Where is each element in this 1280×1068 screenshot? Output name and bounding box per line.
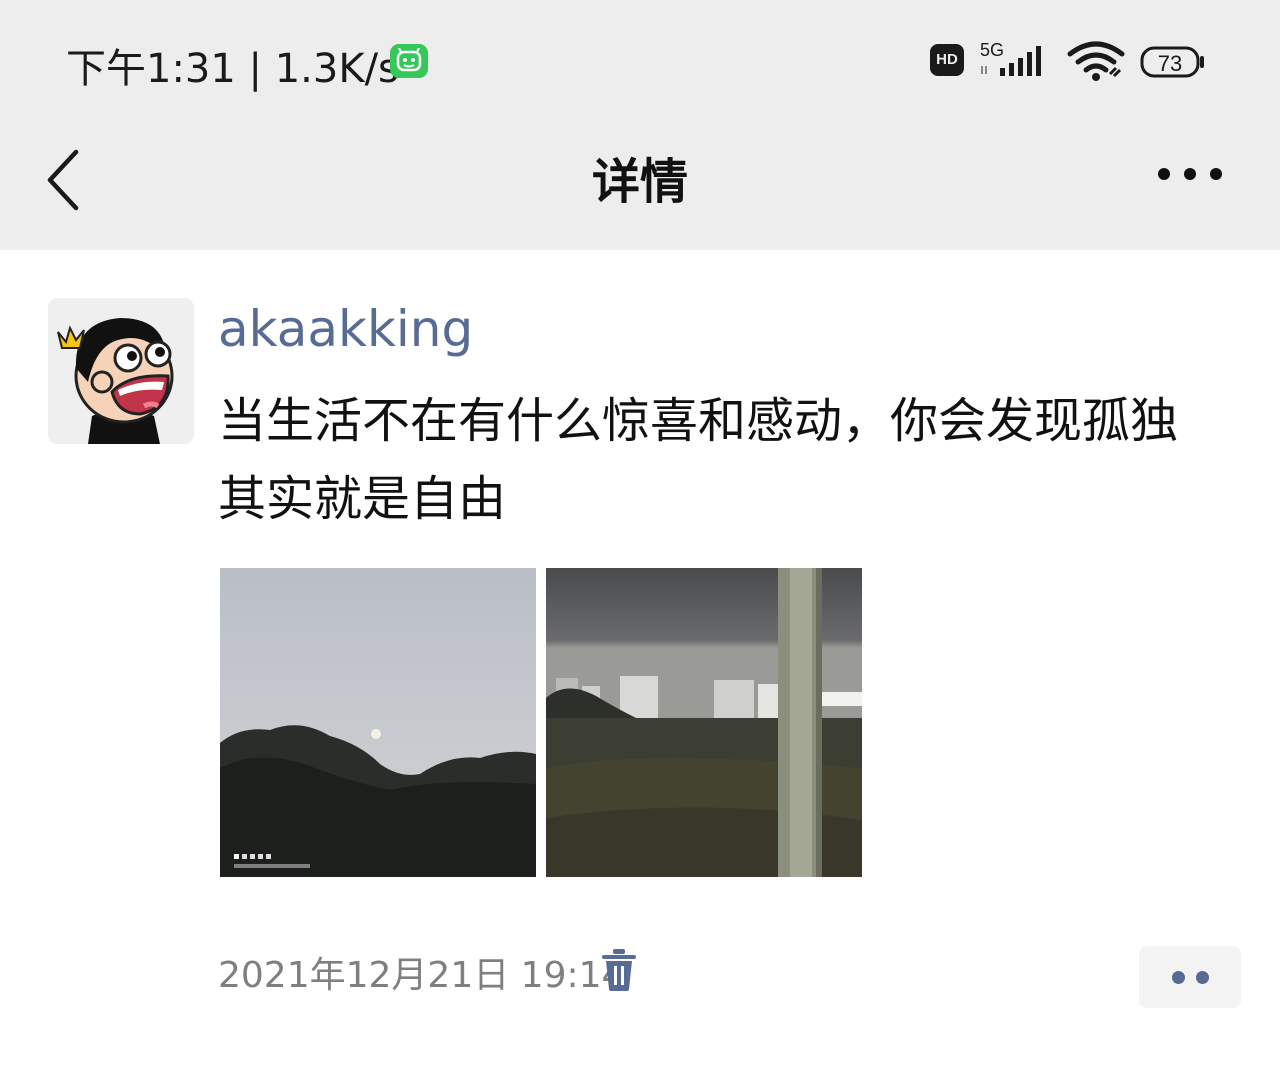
battery-icon: 73 [1140,46,1204,78]
night-field-image [546,568,862,877]
nav-bar: 详情 [0,122,1280,250]
status-time-and-speed: 下午1:31 | 1.3K/s [66,46,399,92]
post-text: 当生活不在有什么惊喜和感动，你会发现孤独其实就是自由 [218,393,1179,527]
username-link[interactable]: akaakking [218,300,473,358]
network-type-label: 5G [980,40,1004,60]
post-photo-1[interactable] [220,568,536,877]
status-bar: 下午1:31 | 1.3K/s HD 5G 73 [0,0,1280,122]
app-notification-icon [390,44,428,78]
trash-icon[interactable] [600,948,638,992]
cartoon-avatar-icon [48,298,194,444]
wifi-icon [1067,41,1125,81]
page-title: 详情 [591,154,688,210]
post-timestamp: 2021年12月21日 19:14 [218,955,625,996]
post-photo-2[interactable] [546,568,862,877]
like-comment-button[interactable] [1139,946,1241,1008]
more-options-icon[interactable] [1158,162,1222,186]
cellular-signal-icon: 5G [980,40,1041,76]
avatar[interactable] [48,298,194,444]
battery-level: 73 [1158,51,1182,76]
hd-voice-icon: HD [930,44,964,76]
dusk-trees-image [220,568,536,877]
